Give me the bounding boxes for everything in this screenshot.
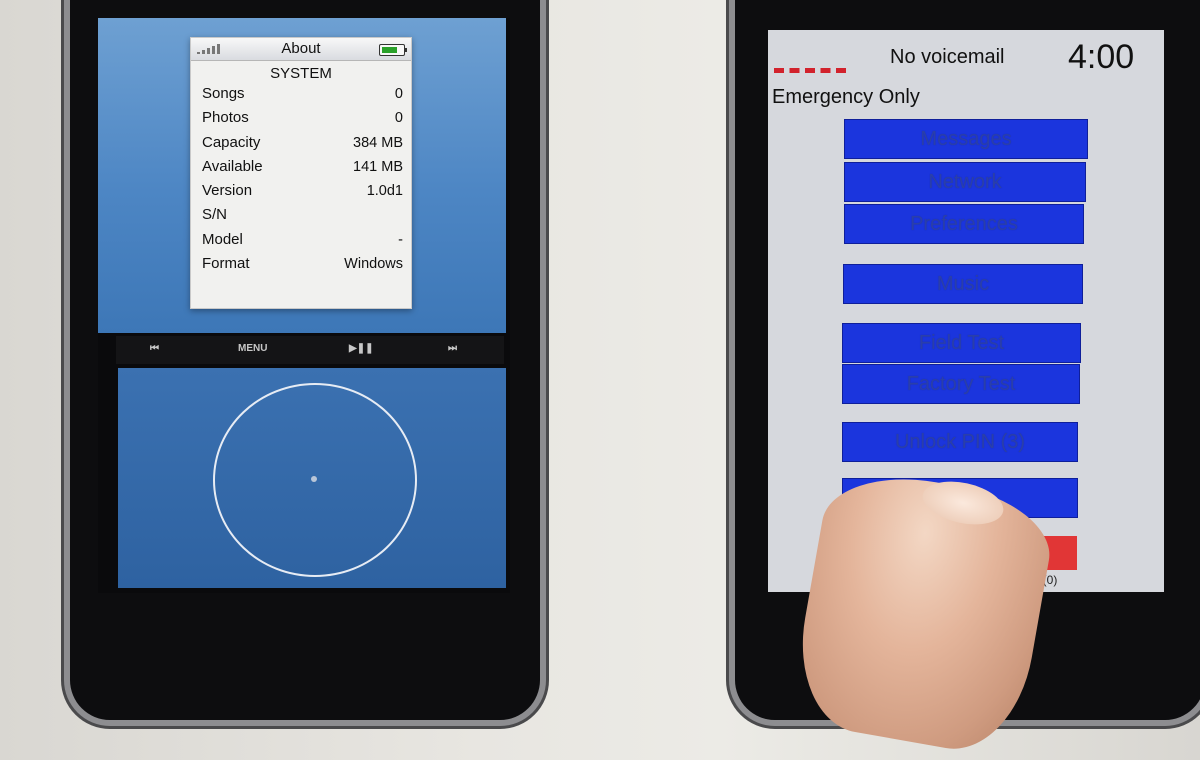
- about-row-value: 0: [394, 110, 403, 127]
- carrier-status: Emergency Only: [772, 86, 920, 108]
- about-header: About: [191, 38, 411, 61]
- music-button[interactable]: Music: [843, 264, 1083, 304]
- clock: 4:00: [1068, 38, 1135, 76]
- about-row-value: 384 MB: [353, 134, 403, 151]
- about-row-value: 141 MB: [353, 158, 403, 175]
- about-row-label: Capacity: [202, 133, 261, 151]
- about-row[interactable]: S/N: [191, 203, 411, 227]
- about-row[interactable]: Available 141 MB: [191, 155, 411, 179]
- click-wheel-area: [118, 368, 506, 588]
- signal-strength-icon: [774, 68, 846, 73]
- about-row-label: S/N: [202, 206, 228, 224]
- about-row[interactable]: Model -: [191, 228, 411, 252]
- about-row-value: -: [398, 231, 403, 248]
- field-test-button[interactable]: Field Test: [842, 323, 1081, 363]
- click-wheel[interactable]: [213, 383, 417, 577]
- status-bar: No voicemail 4:00: [768, 30, 1164, 90]
- about-section-title: SYSTEM: [270, 65, 332, 82]
- about-row[interactable]: Songs 0: [191, 82, 411, 106]
- menu-button[interactable]: MENU: [238, 343, 267, 354]
- about-row[interactable]: Format Windows: [191, 252, 411, 276]
- play-pause-icon[interactable]: ▶❚❚: [349, 343, 373, 354]
- about-row-label: Model: [202, 230, 243, 248]
- network-button[interactable]: Network: [844, 162, 1086, 202]
- voicemail-status: No voicemail: [890, 46, 1005, 68]
- messages-button[interactable]: Messages: [844, 119, 1088, 159]
- about-row[interactable]: Capacity 384 MB: [191, 131, 411, 155]
- about-row-label: Photos: [202, 109, 249, 127]
- signal-icon: [197, 44, 221, 54]
- ipod-control-bar: ⏮ MENU ▶❚❚ ⏭: [116, 336, 504, 364]
- about-row-label: Version: [202, 182, 253, 200]
- unlock-pin-button[interactable]: Unlock PIN (3): [842, 422, 1078, 462]
- about-row-value: 1.0d1: [366, 183, 403, 200]
- about-row[interactable]: Version 1.0d1: [191, 179, 411, 203]
- preferences-button[interactable]: Preferences: [844, 204, 1084, 244]
- about-row-label: Format: [202, 255, 250, 273]
- battery-icon: [379, 44, 407, 56]
- about-row-label: Available: [202, 157, 263, 175]
- next-track-icon[interactable]: ⏭: [448, 343, 457, 354]
- click-wheel-center-icon[interactable]: [311, 476, 317, 482]
- about-title: About: [281, 40, 321, 57]
- factory-test-button[interactable]: Factory Test: [842, 364, 1080, 404]
- about-row[interactable]: Photos 0: [191, 106, 411, 130]
- about-panel: About SYSTEM Songs 0 Photos 0 Capacity 384 …: [190, 37, 412, 309]
- about-row-value: 0: [394, 86, 403, 102]
- about-row-value: Windows: [344, 256, 403, 273]
- about-row-label: Songs: [202, 85, 245, 102]
- previous-track-icon[interactable]: ⏮: [150, 343, 159, 354]
